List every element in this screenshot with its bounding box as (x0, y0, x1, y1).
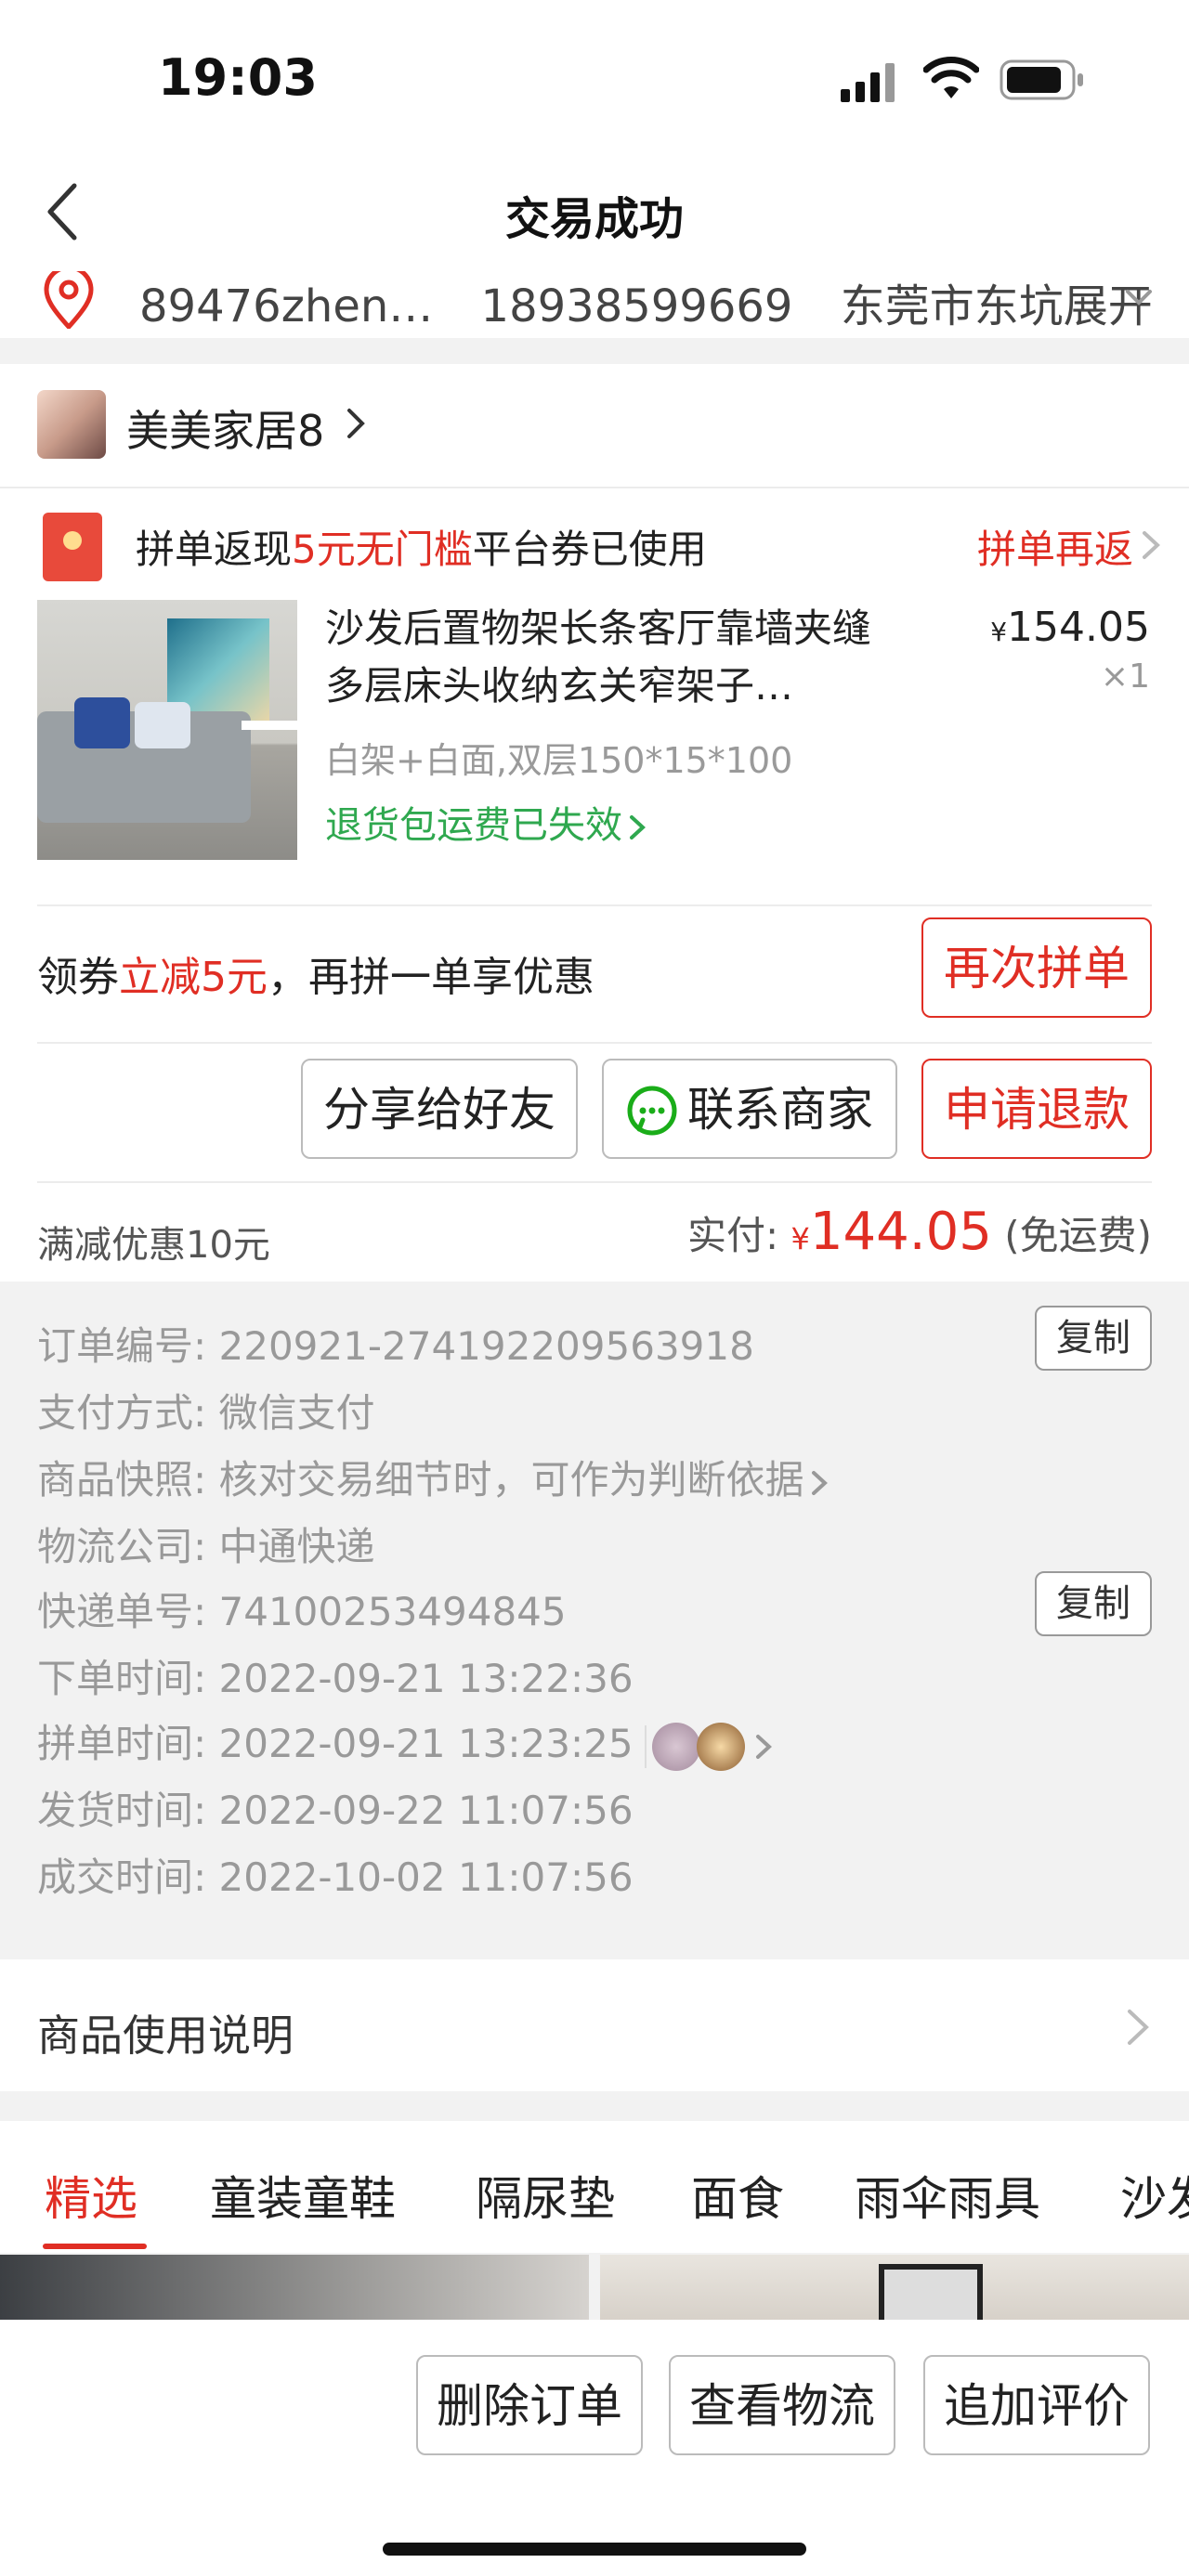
return-shipping-note[interactable]: 退货包运费已失效 (325, 795, 648, 849)
home-indicator (383, 2543, 806, 2556)
coupon-row: 领券立减5元，再拼一单享优惠 再次拼单 (0, 901, 1189, 1036)
usage-instructions-row[interactable]: 商品使用说明 (0, 1959, 1189, 2091)
logistics-company-row: 物流公司: 中通快递 (37, 1524, 375, 1569)
price-currency: ¥ (990, 617, 1008, 647)
payment-method-row: 支付方式: 微信支付 (37, 1390, 375, 1436)
location-pin-icon (44, 271, 94, 329)
chevron-right-icon (811, 1470, 828, 1495)
group-time-row[interactable]: 拼单时间: 2022-09-21 13:23:25 (37, 1712, 775, 1771)
status-bar: 19:03 (0, 0, 1189, 149)
product-quantity: ×1 (1100, 657, 1150, 696)
tab-kids-clothing[interactable]: 童装童鞋 (210, 2162, 396, 2229)
address-phone: 18938599669 (480, 280, 793, 332)
chevron-right-icon (347, 409, 365, 438)
bottom-action-bar: 删除订单 查看物流 追加评价 (0, 2320, 1189, 2576)
coupon-highlight: 立减5元 (119, 954, 268, 1001)
paid-value: 144.05 (809, 1202, 992, 1262)
shop-name[interactable]: 美美家居8 (126, 397, 324, 459)
tab-featured[interactable]: 精选 (45, 2162, 137, 2229)
wifi-icon (923, 57, 979, 98)
usage-instructions-label: 商品使用说明 (37, 2010, 294, 2061)
order-time-row: 下单时间: 2022-09-21 13:22:36 (37, 1656, 634, 1701)
battery-icon (1000, 59, 1083, 100)
coupon-post: ，再拼一单享优惠 (268, 954, 594, 1001)
feed-item-image[interactable] (600, 2255, 1189, 2320)
chat-bubble-icon (627, 1086, 677, 1135)
order-card: 美美家居8 拼单返现5元无门槛平台券已使用 拼单再返 沙发后置物架长条客厅靠墙夹… (0, 364, 1189, 1281)
order-actions: 分享给好友 联系商家 申请退款 (0, 1040, 1189, 1179)
chevron-right-icon (1128, 2010, 1149, 2045)
group-member-avatar (696, 1722, 745, 1771)
coupon-pre: 领券 (37, 954, 119, 1001)
tab-noodles[interactable]: 面食 (691, 2162, 784, 2229)
deal-time-row: 成交时间: 2022-10-02 11:07:56 (37, 1854, 634, 1900)
status-time: 19:03 (158, 48, 318, 107)
shipping-note: (免运费) (1004, 1213, 1152, 1258)
promo-highlight: 5元无门槛 (292, 527, 473, 572)
shop-row[interactable]: 美美家居8 (0, 364, 1189, 488)
add-review-button[interactable]: 追加评价 (923, 2355, 1150, 2455)
refund-button[interactable]: 申请退款 (921, 1059, 1152, 1159)
order-details: 订单编号: 220921-274192209563918 复制 支付方式: 微信… (0, 1283, 1189, 1933)
chevron-right-icon (630, 815, 646, 839)
paid-currency: ¥ (790, 1221, 810, 1256)
tracking-number-row: 快递单号: 74100253494845 (37, 1589, 567, 1634)
product-price: ¥154.05 (990, 604, 1150, 651)
feed-item-image[interactable] (0, 2255, 589, 2320)
share-button[interactable]: 分享给好友 (301, 1059, 578, 1159)
price-value: 154.05 (1007, 604, 1150, 651)
active-tab-indicator (43, 2244, 147, 2249)
recommendation-feed (0, 2255, 1189, 2320)
group-again-button[interactable]: 再次拼单 (921, 917, 1152, 1018)
cellular-signal-icon (841, 63, 895, 102)
promo-text-post: 平台券已使用 (472, 527, 707, 572)
product-item[interactable]: 沙发后置物架长条客厅靠墙夹缝多层床头收纳玄关窄架子… ¥154.05 ×1 白架… (0, 600, 1189, 897)
copy-order-number-button[interactable]: 复制 (1035, 1306, 1152, 1371)
total-row: 满减优惠10元 实付: ¥144.05 (免运费) (0, 1181, 1189, 1281)
view-logistics-button[interactable]: 查看物流 (669, 2355, 895, 2455)
snapshot-row[interactable]: 商品快照: 核对交易细节时，可作为判断依据 (37, 1449, 830, 1505)
delete-order-button[interactable]: 删除订单 (416, 2355, 643, 2455)
group-member-avatar (651, 1722, 700, 1771)
promo-link[interactable]: 拼单再返 (977, 518, 1133, 575)
paid-label: 实付: (687, 1213, 779, 1258)
ship-time-row: 发货时间: 2022-09-22 11:07:56 (37, 1788, 634, 1833)
chevron-right-icon (1143, 531, 1160, 559)
contact-seller-button[interactable]: 联系商家 (602, 1059, 897, 1159)
category-tabs: 精选 童装童鞋 隔尿垫 面食 雨伞雨具 沙发 (0, 2121, 1189, 2253)
product-thumbnail[interactable] (37, 600, 297, 860)
promo-row[interactable]: 拼单返现5元无门槛平台券已使用 拼单再返 (0, 488, 1189, 600)
address-bar[interactable]: 89476zhen… 18938599669 东莞市东坑展开 (0, 271, 1189, 338)
chevron-down-icon[interactable] (1120, 279, 1157, 316)
address-location: 东莞市东坑展开 (840, 280, 1153, 332)
nav-bar: 交易成功 (0, 149, 1189, 271)
discount-text: 满减优惠10元 (37, 1224, 270, 1267)
promo-text-pre: 拼单返现 (136, 527, 293, 572)
tab-sofa[interactable]: 沙发 (1120, 2162, 1189, 2229)
tab-umbrellas[interactable]: 雨伞雨具 (855, 2162, 1040, 2229)
chevron-right-icon (755, 1734, 772, 1759)
tab-diaper-pads[interactable]: 隔尿垫 (476, 2162, 615, 2229)
red-packet-icon (43, 513, 102, 581)
paid-amount: 实付: ¥144.05 (免运费) (687, 1202, 1152, 1262)
order-number-row: 订单编号: 220921-274192209563918 (37, 1323, 754, 1369)
product-spec: 白架+白面,双层150*15*100 (325, 740, 793, 781)
product-title[interactable]: 沙发后置物架长条客厅靠墙夹缝多层床头收纳玄关窄架子… (325, 600, 901, 715)
shop-avatar (37, 390, 106, 459)
copy-tracking-number-button[interactable]: 复制 (1035, 1571, 1152, 1636)
page-title: 交易成功 (504, 193, 684, 245)
address-name: 89476zhen… (139, 280, 434, 332)
